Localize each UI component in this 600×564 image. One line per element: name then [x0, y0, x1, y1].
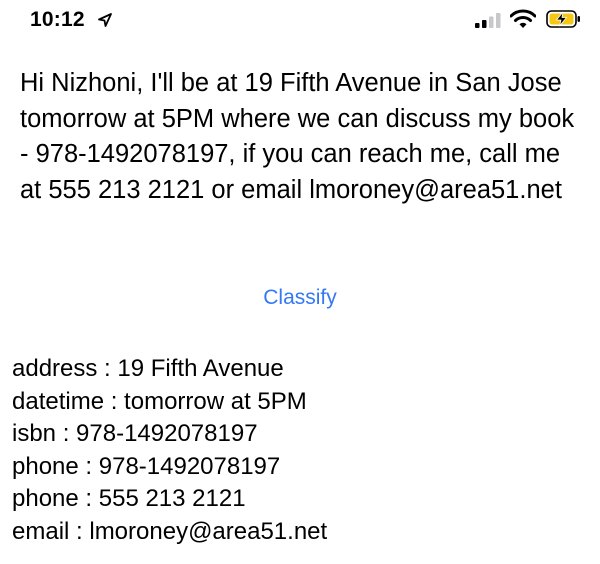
message-text: Hi Nizhoni, I'll be at 19 Fifth Avenue i…	[20, 69, 575, 204]
status-bar: 10:12	[0, 0, 600, 44]
result-datetime: datetime : tomorrow at 5PM	[12, 387, 307, 415]
result-phone: phone : 978-1492078197	[12, 452, 281, 480]
wifi-icon	[510, 9, 536, 28]
results-list: address : 19 Fifth Avenue datetime : tom…	[12, 353, 327, 548]
result-phone: phone : 555 213 2121	[12, 485, 246, 512]
status-time: 10:12	[30, 8, 85, 31]
result-address: address : 19 Fifth Avenue	[12, 355, 284, 382]
battery-charging-icon	[546, 10, 580, 28]
result-isbn: isbn : 978-1492078197	[12, 420, 258, 447]
location-arrow-icon	[98, 13, 112, 27]
result-email: email : lmoroney@area51.net	[12, 517, 328, 545]
classify-button[interactable]: Classify	[0, 286, 600, 310]
cellular-signal-icon	[475, 13, 501, 28]
